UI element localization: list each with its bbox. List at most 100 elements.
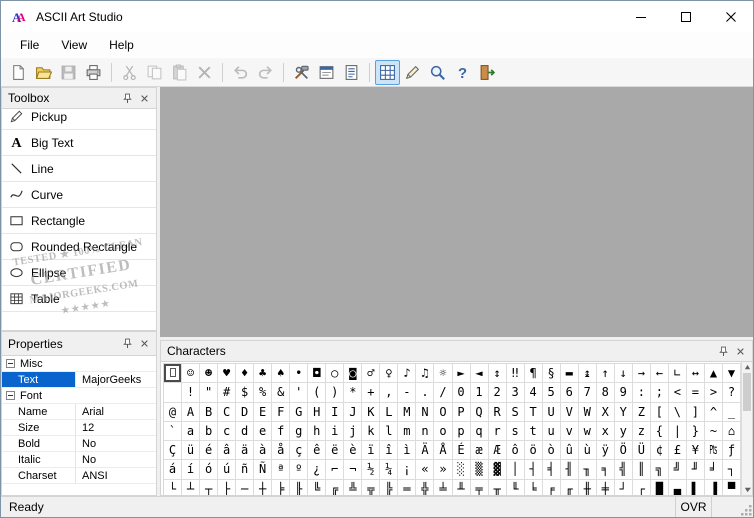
char-cell[interactable]: ¬ xyxy=(344,460,363,480)
char-cell[interactable]: ¶ xyxy=(524,364,543,384)
char-cell[interactable]: ╚ xyxy=(308,479,327,495)
char-cell[interactable]: > xyxy=(704,383,723,403)
char-cell[interactable]: ò xyxy=(542,441,561,461)
undo-button[interactable] xyxy=(228,60,253,85)
close-icon[interactable] xyxy=(732,343,749,360)
paste-button[interactable] xyxy=(167,60,192,85)
char-cell[interactable]: ↨ xyxy=(578,364,597,384)
char-cell[interactable]: ─ xyxy=(236,479,255,495)
char-cell[interactable]: _ xyxy=(722,402,741,422)
char-cell[interactable]: h xyxy=(308,421,327,442)
char-cell[interactable]: ┴ xyxy=(182,479,201,495)
char-cell[interactable]: £ xyxy=(668,441,687,461)
char-cell[interactable]: E xyxy=(254,402,273,422)
char-cell[interactable]: ~ xyxy=(704,421,723,442)
char-cell[interactable]: Ü xyxy=(632,441,651,461)
char-cell[interactable]: u xyxy=(542,421,561,442)
char-cell[interactable]: d xyxy=(236,421,255,442)
char-cell[interactable]: 8 xyxy=(596,383,615,403)
property-group-font[interactable]: Font xyxy=(2,388,156,404)
toolbox-item-rounded-rectangle[interactable]: Rounded Rectangle xyxy=(2,234,156,260)
char-cell[interactable]: ) xyxy=(326,383,345,403)
collapse-icon[interactable] xyxy=(6,359,15,368)
char-cell[interactable]: ♥ xyxy=(218,364,237,384)
exit-button[interactable] xyxy=(475,60,500,85)
char-cell[interactable]: Ä xyxy=(416,441,435,461)
char-cell[interactable]: ÿ xyxy=(596,441,615,461)
char-cell[interactable]: ▌ xyxy=(687,479,705,495)
char-cell[interactable]: e xyxy=(254,421,273,442)
help-button[interactable]: ? xyxy=(450,60,475,85)
toolbox-item-big-text[interactable]: A Big Text xyxy=(2,130,156,156)
property-value[interactable]: No xyxy=(76,436,156,451)
toolbox-item-rectangle[interactable]: Rectangle xyxy=(2,208,156,234)
char-cell[interactable]: ╖ xyxy=(578,460,597,480)
zoom-button[interactable] xyxy=(425,60,450,85)
toolbox-item-line[interactable]: Line xyxy=(2,156,156,182)
maximize-button[interactable] xyxy=(663,1,708,32)
char-cell[interactable]: ♠ xyxy=(272,364,291,384)
menu-item-file[interactable]: File xyxy=(9,34,50,56)
toolbox-item-table[interactable]: Table xyxy=(2,286,156,312)
char-cell[interactable]: & xyxy=(272,383,291,403)
form-button[interactable] xyxy=(314,60,339,85)
delete-button[interactable] xyxy=(192,60,217,85)
char-cell[interactable]: # xyxy=(218,383,237,403)
char-cell[interactable]: ┐ xyxy=(722,460,741,480)
char-cell[interactable]: n xyxy=(416,421,435,442)
save-button[interactable] xyxy=(56,60,81,85)
property-name[interactable]: Name xyxy=(2,404,76,419)
char-cell[interactable]: \ xyxy=(668,402,687,422)
char-cell[interactable]: ← xyxy=(650,364,669,384)
char-cell[interactable]: $ xyxy=(236,383,255,403)
char-cell[interactable]: t xyxy=(524,421,543,442)
char-cell[interactable]: x xyxy=(596,421,615,442)
char-cell[interactable]: Å xyxy=(434,441,453,461)
char-cell[interactable]: ô xyxy=(506,441,525,461)
char-cell[interactable]: á xyxy=(164,460,183,480)
char-cell[interactable]: î xyxy=(380,441,399,461)
char-cell[interactable]: s xyxy=(506,421,525,442)
char-cell[interactable]: ♣ xyxy=(254,364,273,384)
char-cell[interactable]: ▬ xyxy=(560,364,579,384)
char-cell[interactable]: ¼ xyxy=(380,460,399,480)
char-cell[interactable]: │ xyxy=(506,460,525,480)
char-cell[interactable]: à xyxy=(254,441,273,461)
collapse-icon[interactable] xyxy=(6,391,15,400)
char-cell[interactable]: Y xyxy=(614,402,633,422)
char-cell[interactable]: ╗ xyxy=(650,460,669,480)
char-cell[interactable]: ┼ xyxy=(254,479,273,495)
menu-item-help[interactable]: Help xyxy=(98,34,145,56)
char-cell[interactable]: ╕ xyxy=(596,460,615,480)
tools-button[interactable] xyxy=(289,60,314,85)
char-cell[interactable]: { xyxy=(650,421,669,442)
char-cell[interactable]: m xyxy=(398,421,417,442)
char-cell[interactable]: ╘ xyxy=(525,479,543,495)
char-cell[interactable]: 2 xyxy=(488,383,507,403)
char-cell[interactable]: ╝ xyxy=(668,460,687,480)
property-name[interactable]: Text xyxy=(2,372,76,387)
char-cell[interactable]: ◙ xyxy=(344,364,363,384)
char-cell[interactable]: | xyxy=(668,421,687,442)
char-cell[interactable]: ▀ xyxy=(723,479,741,495)
char-cell[interactable]: û xyxy=(560,441,579,461)
char-cell[interactable]: ╤ xyxy=(471,479,489,495)
property-value[interactable]: MajorGeeks xyxy=(76,372,156,387)
char-cell[interactable]: ╫ xyxy=(579,479,597,495)
char-cell[interactable]: g xyxy=(290,421,309,442)
char-cell[interactable]: ∟ xyxy=(668,364,687,384)
char-cell[interactable]: ☺ xyxy=(182,364,201,384)
char-cell[interactable]: ╟ xyxy=(290,479,309,495)
char-cell[interactable]: r xyxy=(488,421,507,442)
char-cell[interactable] xyxy=(164,364,183,384)
char-cell[interactable]: B xyxy=(200,402,219,422)
char-cell[interactable]: ╧ xyxy=(434,479,453,495)
char-cell[interactable]: 0 xyxy=(452,383,471,403)
char-cell[interactable]: Ñ xyxy=(254,460,273,480)
char-cell[interactable]: ; xyxy=(650,383,669,403)
char-cell[interactable]: Ç xyxy=(164,441,183,461)
pen-button[interactable] xyxy=(400,60,425,85)
char-cell[interactable]: J xyxy=(344,402,363,422)
char-cell[interactable]: : xyxy=(632,383,651,403)
char-cell[interactable]: < xyxy=(668,383,687,403)
